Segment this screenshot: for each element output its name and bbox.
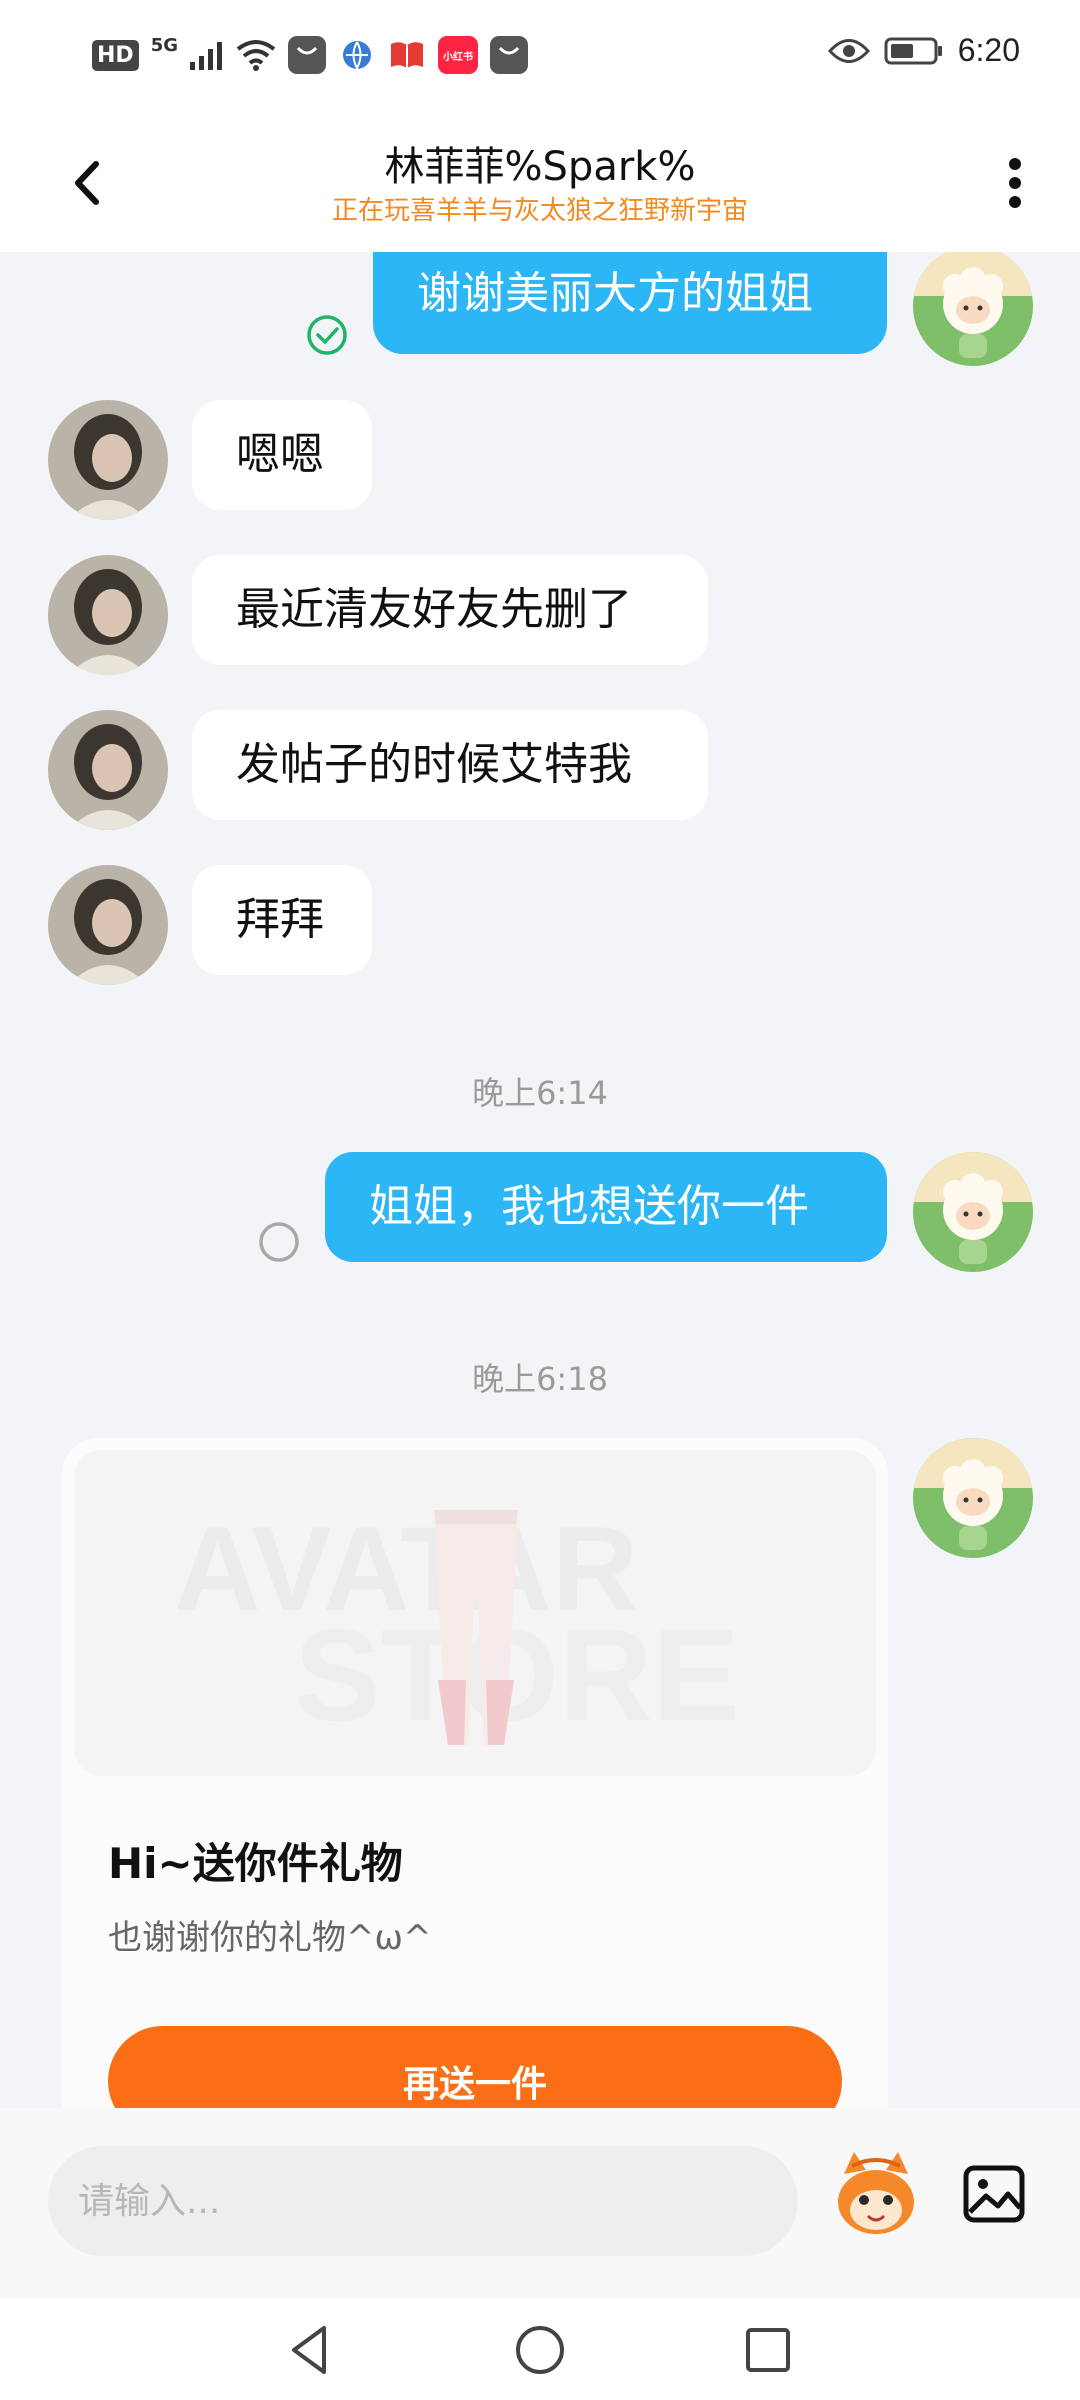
xiaohongshu-icon: 小红书 <box>438 36 478 74</box>
image-icon <box>963 2165 1025 2223</box>
message-text: 拜拜 <box>236 894 324 945</box>
more-options-button[interactable] <box>990 148 1040 218</box>
app-notification-icon <box>490 36 528 74</box>
sheep-avatar-icon <box>913 252 1033 366</box>
gift-title: Hi~送你件礼物 <box>108 1839 403 1888</box>
nav-recents-button[interactable] <box>738 2320 798 2380</box>
eye-icon <box>827 38 870 63</box>
friend-photo-icon <box>48 555 168 675</box>
message-bubble-incoming[interactable]: 嗯嗯 <box>192 400 372 510</box>
send-another-gift-button[interactable]: 再送一件 <box>108 2026 842 2108</box>
timestamp-divider: 晚上6:14 <box>472 1074 608 1112</box>
chat-header: 林菲菲%Spark% 正在玩喜羊羊与灰太狼之狂野新宇宙 <box>0 110 1080 252</box>
page-title: 林菲菲%Spark% <box>384 144 696 190</box>
activity-status: 正在玩喜羊羊与灰太狼之狂野新宇宙 <box>331 196 748 226</box>
square-recents-icon <box>746 2328 790 2372</box>
clock: 6:20 <box>957 32 1020 68</box>
emoji-sticker-button[interactable] <box>826 2144 926 2244</box>
nav-home-button[interactable] <box>510 2320 570 2380</box>
message-input-bar <box>0 2108 1080 2298</box>
button-label: 再送一件 <box>402 2064 547 2105</box>
system-navigation-bar <box>0 2298 1080 2400</box>
gift-message-card[interactable]: AVATAR STORE Hi~送你件礼物 也谢谢你的礼物^ω^ 再送一件 <box>62 1438 888 2108</box>
timestamp-divider: 晚上6:18 <box>472 1360 608 1398</box>
app-notification-icon <box>288 36 326 74</box>
circle-home-icon <box>516 2326 564 2374</box>
message-bubble-incoming[interactable]: 发帖子的时候艾特我 <box>192 710 708 820</box>
sheep-avatar-icon <box>913 1438 1033 1558</box>
message-bubble-outgoing[interactable]: 谢谢美丽大方的姐姐 <box>373 252 887 354</box>
triangle-back-icon <box>292 2326 326 2374</box>
signal-icon <box>190 42 222 70</box>
status-bar-left: HD 5G 小红书 <box>92 34 528 74</box>
leggings-item-icon <box>434 1510 518 1745</box>
my-avatar[interactable] <box>913 252 1033 366</box>
friend-avatar[interactable] <box>48 400 168 520</box>
fox-mascot-icon <box>838 2152 914 2234</box>
message-input[interactable] <box>48 2146 798 2256</box>
message-bubble-incoming[interactable]: 最近清友好友先删了 <box>192 555 708 665</box>
wifi-icon <box>236 40 276 71</box>
friend-photo-icon <box>48 400 168 520</box>
message-text: 发帖子的时候艾特我 <box>236 739 632 790</box>
message-text: 最近清友好友先删了 <box>236 584 632 635</box>
gift-description: 也谢谢你的礼物^ω^ <box>108 1918 432 1958</box>
sent-status-icon <box>259 1222 299 1262</box>
book-icon <box>388 36 426 74</box>
chat-area[interactable]: 谢谢美丽大方的姐姐 嗯嗯 最近清友好友先删了 发帖子的时候艾特我 拜拜 晚上6:… <box>0 252 1080 2108</box>
status-bar-right: 6:20 <box>827 32 1020 69</box>
status-bar: HD 5G 小红书 6:20 <box>0 0 1080 110</box>
nav-back-button[interactable] <box>280 2320 340 2380</box>
my-avatar[interactable] <box>913 1438 1033 1558</box>
message-bubble-outgoing[interactable]: 姐姐，我也想送你一件 <box>325 1152 887 1262</box>
browser-icon <box>338 36 376 74</box>
friend-avatar[interactable] <box>48 865 168 985</box>
read-check-icon <box>307 315 347 355</box>
sheep-avatar-icon <box>913 1152 1033 1272</box>
gift-preview-image: AVATAR STORE <box>74 1450 876 1776</box>
message-text: 谢谢美丽大方的姐姐 <box>417 268 813 319</box>
more-vertical-icon <box>1009 158 1021 208</box>
xiaohongshu-label: 小红书 <box>443 51 473 63</box>
hd-badge: HD <box>92 39 139 71</box>
friend-photo-icon <box>48 865 168 985</box>
image-picker-button[interactable] <box>956 2144 1032 2244</box>
message-text: 姐姐，我也想送你一件 <box>369 1181 809 1232</box>
friend-photo-icon <box>48 710 168 830</box>
network-type-label: 5G <box>150 34 178 56</box>
message-text: 嗯嗯 <box>236 429 324 480</box>
my-avatar[interactable] <box>913 1152 1033 1272</box>
friend-avatar[interactable] <box>48 710 168 830</box>
message-bubble-incoming[interactable]: 拜拜 <box>192 865 372 975</box>
battery-icon <box>884 37 942 64</box>
friend-avatar[interactable] <box>48 555 168 675</box>
